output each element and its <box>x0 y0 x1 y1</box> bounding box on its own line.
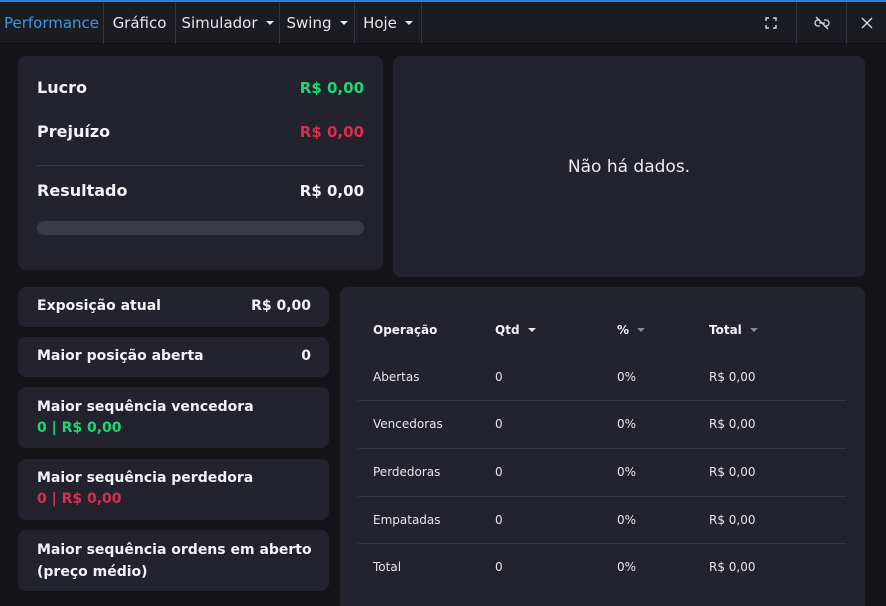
expand-button[interactable] <box>746 2 796 44</box>
cell-total: R$ 0,00 <box>709 560 756 574</box>
exposicao-card: Exposição atual R$ 0,00 <box>18 287 329 327</box>
cell-pct: 0% <box>617 370 637 384</box>
cell-total: R$ 0,00 <box>709 513 756 527</box>
row-divider <box>358 448 846 449</box>
cell-qtd: 0 <box>495 560 503 574</box>
cell-total: R$ 0,00 <box>709 370 756 384</box>
sort-desc-icon <box>637 328 646 332</box>
sort-desc-icon <box>749 328 758 332</box>
ordens-aberto-card: Maior sequência ordens em aberto (preço … <box>18 530 329 591</box>
tab-bar: Performance Gráfico Simulador Swing Hoje <box>0 2 886 44</box>
empty-message: Não há dados. <box>567 156 691 177</box>
tab-label: Simulador <box>181 14 258 32</box>
sort-desc-icon <box>527 328 536 332</box>
tab-label: Gráfico <box>112 14 167 32</box>
resultado-value: R$ 0,00 <box>299 182 364 200</box>
cell-operacao: Empatadas <box>373 513 441 527</box>
cell-qtd: 0 <box>495 513 503 527</box>
column-header-total[interactable]: Total <box>709 323 758 337</box>
close-icon <box>861 17 872 29</box>
prejuizo-label: Prejuízo <box>37 122 111 141</box>
ordens-aberto-label: Maior sequência ordens em aberto <box>37 542 312 558</box>
cell-total: R$ 0,00 <box>709 465 756 479</box>
tab-performance[interactable]: Performance <box>0 2 104 44</box>
expand-icon <box>765 17 777 29</box>
tab-simulador[interactable]: Simulador <box>176 2 280 44</box>
prejuizo-value: R$ 0,00 <box>299 123 364 141</box>
summary-divider <box>37 165 364 166</box>
resultado-progress-bar <box>37 221 364 235</box>
close-button[interactable] <box>846 2 886 44</box>
lucro-label: Lucro <box>37 78 87 97</box>
cell-qtd: 0 <box>495 417 503 431</box>
chevron-down-icon <box>265 21 274 25</box>
cell-qtd: 0 <box>495 370 503 384</box>
cell-pct: 0% <box>617 560 637 574</box>
column-header-pct[interactable]: % <box>617 323 646 337</box>
row-divider <box>358 543 846 544</box>
column-header-label: Operação <box>373 323 438 337</box>
column-header-label: % <box>617 323 630 337</box>
tab-swing[interactable]: Swing <box>280 2 355 44</box>
tab-label: Swing <box>286 14 332 32</box>
tab-hoje[interactable]: Hoje <box>355 2 422 44</box>
cell-operacao: Vencedoras <box>373 417 443 431</box>
tab-label: Hoje <box>363 14 397 32</box>
row-divider <box>358 400 846 401</box>
column-header-qtd[interactable]: Qtd <box>495 323 536 337</box>
cell-operacao: Perdedoras <box>373 465 441 479</box>
lucro-value: R$ 0,00 <box>299 79 364 97</box>
summary-card: Lucro R$ 0,00 Prejuízo R$ 0,00 Resultado… <box>18 56 383 270</box>
seq-vencedora-card: Maior sequência vencedora 0 | R$ 0,00 <box>18 387 329 448</box>
seq-perdedora-label: Maior sequência perdedora <box>37 470 254 486</box>
unlink-icon <box>813 16 830 30</box>
chevron-down-icon <box>339 21 348 25</box>
cell-pct: 0% <box>617 465 637 479</box>
unlink-button[interactable] <box>796 2 846 44</box>
exposicao-value: R$ 0,00 <box>251 298 311 314</box>
chevron-down-icon <box>404 21 413 25</box>
maior-posicao-label: Maior posição aberta <box>37 348 204 364</box>
column-header-label: Total <box>709 323 742 337</box>
cell-pct: 0% <box>617 513 637 527</box>
tab-grafico[interactable]: Gráfico <box>104 2 176 44</box>
cell-operacao: Total <box>373 560 402 574</box>
maior-posicao-card: Maior posição aberta 0 <box>18 337 329 377</box>
seq-vencedora-label: Maior sequência vencedora <box>37 399 254 415</box>
chart-panel: Não há dados. <box>393 56 865 277</box>
resultado-label: Resultado <box>37 181 128 200</box>
seq-perdedora-card: Maior sequência perdedora 0 | R$ 0,00 <box>18 459 329 520</box>
column-header-label: Qtd <box>495 323 520 337</box>
tab-label: Performance <box>3 14 100 32</box>
column-header-operacao[interactable]: Operação <box>373 323 437 337</box>
row-divider <box>358 496 846 497</box>
ordens-aberto-sublabel: (preço médio) <box>37 564 148 580</box>
cell-pct: 0% <box>617 417 637 431</box>
maior-posicao-value: 0 <box>301 348 311 364</box>
cell-operacao: Abertas <box>373 370 420 384</box>
cell-qtd: 0 <box>495 465 503 479</box>
seq-perdedora-value: 0 | R$ 0,00 <box>37 491 122 507</box>
seq-vencedora-value: 0 | R$ 0,00 <box>37 420 122 436</box>
exposicao-label: Exposição atual <box>37 298 161 314</box>
cell-total: R$ 0,00 <box>709 417 756 431</box>
